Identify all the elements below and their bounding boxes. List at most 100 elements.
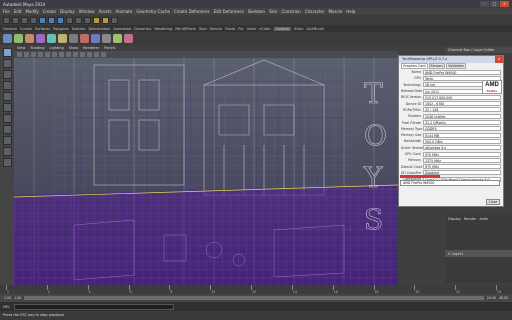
dialog-tab-graphics-card[interactable]: Graphics Card bbox=[401, 63, 428, 69]
bookmark-icon[interactable] bbox=[31, 52, 36, 57]
viewport-menu-panels[interactable]: Panels bbox=[104, 46, 115, 50]
four-view-icon[interactable] bbox=[2, 147, 12, 156]
single-view-icon[interactable] bbox=[2, 136, 12, 145]
snap-curve-icon[interactable] bbox=[75, 16, 82, 24]
viewport-menu-show[interactable]: Show bbox=[69, 46, 78, 50]
shelf-tab-surfaces[interactable]: Surfaces bbox=[35, 27, 50, 31]
command-input[interactable] bbox=[14, 303, 175, 310]
shelf-tool-icon[interactable] bbox=[3, 34, 12, 43]
shelf-tab-subdivs[interactable]: Subdivs bbox=[72, 27, 86, 31]
shelf-tool-icon[interactable] bbox=[14, 34, 23, 43]
dialog-tab-sensors[interactable]: Sensors bbox=[428, 63, 446, 69]
menu-geometry-cache[interactable]: Geometry Cache bbox=[136, 9, 170, 14]
menu-edit-deformers[interactable]: Edit Deformers bbox=[214, 9, 244, 14]
shelf-tool-icon[interactable] bbox=[80, 34, 89, 43]
xray-icon[interactable] bbox=[101, 52, 106, 57]
minimize-button[interactable]: – bbox=[480, 1, 489, 7]
shelf-tab-rendering[interactable]: Rendering bbox=[154, 27, 172, 31]
outliner-layout-icon[interactable] bbox=[2, 158, 12, 167]
shelf-tab-curves[interactable]: Curves bbox=[20, 27, 32, 31]
range-end-field[interactable]: 48.00 bbox=[499, 296, 508, 300]
range-start-field[interactable]: 1.00 bbox=[4, 296, 11, 300]
dialog-close-button[interactable]: Close bbox=[486, 199, 500, 205]
menu-edit[interactable]: Edit bbox=[14, 9, 22, 14]
new-scene-icon[interactable] bbox=[12, 16, 19, 24]
paint-select-icon[interactable] bbox=[2, 70, 12, 79]
layer-tab-anim[interactable]: Anim bbox=[479, 217, 488, 221]
scale-tool-icon[interactable] bbox=[2, 103, 12, 112]
close-button[interactable]: × bbox=[500, 1, 509, 7]
shelf-tool-icon[interactable] bbox=[113, 34, 122, 43]
shelf-tab-custom[interactable]: Custom bbox=[273, 26, 291, 31]
manipulator-icon[interactable] bbox=[2, 114, 12, 123]
shelf-tool-icon[interactable] bbox=[58, 34, 67, 43]
viewport-menu-view[interactable]: View bbox=[17, 46, 25, 50]
shelf-tab-polygons[interactable]: Polygons bbox=[53, 27, 69, 31]
shelf-tab-deformation[interactable]: Deformation bbox=[88, 27, 110, 31]
gpu-selector[interactable]: AMD FirePro W9000 bbox=[400, 180, 500, 186]
menu-window[interactable]: Window bbox=[79, 9, 95, 14]
shelf-tool-icon[interactable] bbox=[25, 34, 34, 43]
textured-icon[interactable] bbox=[73, 52, 78, 57]
snap-grid-icon[interactable] bbox=[66, 16, 73, 24]
shelf-tab-toon[interactable]: Toon bbox=[199, 27, 207, 31]
shelf-tool-icon[interactable] bbox=[36, 34, 45, 43]
grid-icon[interactable] bbox=[45, 52, 50, 57]
layer-tab-render[interactable]: Render bbox=[464, 217, 476, 221]
menu-skeleton[interactable]: Skeleton bbox=[248, 9, 265, 14]
menu-constrain[interactable]: Constrain bbox=[282, 9, 301, 14]
layer-visibility-icon[interactable]: V bbox=[448, 252, 450, 256]
shelf-tool-icon[interactable] bbox=[91, 34, 100, 43]
select-hierarchy-icon[interactable] bbox=[39, 16, 46, 24]
camera-attributes-icon[interactable] bbox=[24, 52, 29, 57]
menu-animate[interactable]: Animate bbox=[116, 9, 133, 14]
dialog-tab-validation[interactable]: Validation bbox=[446, 63, 466, 69]
layer-tab-display[interactable]: Display bbox=[448, 217, 461, 221]
lights-icon[interactable] bbox=[80, 52, 85, 57]
menu-modify[interactable]: Modify bbox=[25, 9, 38, 14]
save-scene-icon[interactable] bbox=[30, 16, 37, 24]
shelf-tab-ncloth[interactable]: nCloth bbox=[259, 27, 270, 31]
shelf-tab-fluids[interactable]: Fluids bbox=[225, 27, 235, 31]
shelf-tool-icon[interactable] bbox=[124, 34, 133, 43]
dialog-close-icon[interactable]: × bbox=[495, 56, 503, 63]
move-tool-icon[interactable] bbox=[2, 81, 12, 90]
shelf-tab-nhair[interactable]: nHair bbox=[247, 27, 256, 31]
shelf-tab-painteffects[interactable]: PaintEffects bbox=[175, 27, 196, 31]
shelf-tab-xgen[interactable]: XGen bbox=[294, 27, 303, 31]
viewport[interactable]: T O Y S bbox=[14, 45, 398, 285]
camera-icon[interactable] bbox=[17, 52, 22, 57]
menu-skin[interactable]: Skin bbox=[269, 9, 278, 14]
viewport-menu-lighting[interactable]: Lighting bbox=[50, 46, 64, 50]
wireframe-icon[interactable] bbox=[59, 52, 64, 57]
select-component-icon[interactable] bbox=[57, 16, 64, 24]
lasso-tool-icon[interactable] bbox=[2, 59, 12, 68]
film-gate-icon[interactable] bbox=[52, 52, 57, 57]
playback-end-field[interactable]: 24.00 bbox=[487, 296, 496, 300]
shelf-tab-gozbrush[interactable]: GoZBrush bbox=[306, 27, 323, 31]
mode-selector-icon[interactable] bbox=[3, 16, 10, 24]
open-scene-icon[interactable] bbox=[21, 16, 28, 24]
render-settings-icon[interactable] bbox=[111, 16, 118, 24]
menu-file[interactable]: File bbox=[3, 9, 10, 14]
ipr-render-icon[interactable] bbox=[102, 16, 109, 24]
image-plane-icon[interactable] bbox=[38, 52, 43, 57]
menu-display[interactable]: Display bbox=[60, 9, 75, 14]
viewport-menu-renderer[interactable]: Renderer bbox=[83, 46, 99, 50]
menu-help[interactable]: Help bbox=[346, 9, 355, 14]
shelf-tab-fur[interactable]: Fur bbox=[238, 27, 243, 31]
menu-create[interactable]: Create bbox=[43, 9, 56, 14]
shelf-tab-muscle[interactable]: Muscle bbox=[210, 27, 222, 31]
shelf-tab-animation[interactable]: Animation bbox=[113, 27, 131, 31]
range-bar[interactable] bbox=[24, 296, 484, 300]
shelf-tab-general[interactable]: General bbox=[3, 27, 17, 31]
menu-create-deformers[interactable]: Create Deformers bbox=[174, 9, 210, 14]
rotate-tool-icon[interactable] bbox=[2, 92, 12, 101]
shelf-tool-icon[interactable] bbox=[69, 34, 78, 43]
smooth-shade-icon[interactable] bbox=[66, 52, 71, 57]
last-tool-icon[interactable] bbox=[2, 125, 12, 134]
menu-character[interactable]: Character bbox=[305, 9, 325, 14]
select-object-icon[interactable] bbox=[48, 16, 55, 24]
menu-muscle[interactable]: Muscle bbox=[328, 9, 342, 14]
shadows-icon[interactable] bbox=[87, 52, 92, 57]
